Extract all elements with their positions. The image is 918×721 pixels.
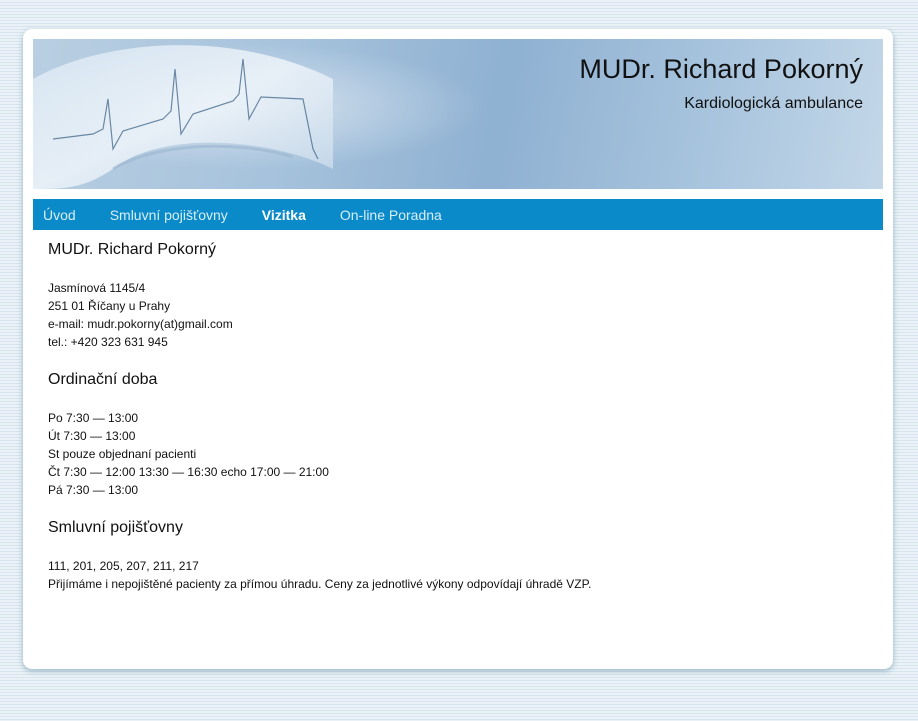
main-nav: Úvod Smluvní pojišťovny Vizitka On-line … — [33, 199, 883, 230]
address-city: 251 01 Říčany u Prahy — [48, 299, 171, 313]
hours-line-tuesday: Út 7:30 — 13:00 — [48, 429, 136, 443]
header-banner: MUDr. Richard Pokorný Kardiologická ambu… — [33, 39, 883, 189]
site-title: MUDr. Richard Pokorný — [579, 54, 863, 84]
nav-item-online-poradna[interactable]: On-line Poradna — [340, 207, 442, 223]
hours-line-monday: Po 7:30 — 13:00 — [48, 411, 139, 425]
nav-item-uvod[interactable]: Úvod — [43, 207, 76, 223]
contact-email: e-mail: mudr.pokorny(at)gmail.com — [48, 317, 233, 331]
nav-item-smluvni-pojistovny[interactable]: Smluvní pojišťovny — [110, 207, 228, 223]
contact-section: MUDr. Richard Pokorný Jasmínová 1145/4 2… — [48, 241, 868, 351]
ecg-paper-image — [33, 45, 333, 189]
address-street: Jasmínová 1145/4 — [48, 281, 146, 295]
insurance-section: Smluvní pojišťovny 111, 201, 205, 207, 2… — [48, 519, 868, 593]
main-content: MUDr. Richard Pokorný Jasmínová 1145/4 2… — [48, 241, 868, 613]
hours-line-thursday: Čt 7:30 — 12:00 13:30 — 16:30 echo 17:00… — [48, 465, 329, 479]
site-subtitle: Kardiologická ambulance — [684, 95, 863, 112]
hours-section: Ordinační doba Po 7:30 — 13:00 Út 7:30 —… — [48, 371, 868, 499]
page-container: MUDr. Richard Pokorný Kardiologická ambu… — [23, 29, 893, 669]
insurance-note: Přijímáme i nepojištěné pacienty za přím… — [48, 577, 592, 591]
contact-heading: MUDr. Richard Pokorný — [48, 241, 217, 258]
hours-heading: Ordinační doba — [48, 371, 158, 388]
insurance-heading: Smluvní pojišťovny — [48, 519, 183, 536]
contact-phone: tel.: +420 323 631 945 — [48, 335, 168, 349]
hours-line-friday: Pá 7:30 — 13:00 — [48, 483, 139, 497]
insurance-codes: 111, 201, 205, 207, 211, 217 — [48, 559, 199, 573]
nav-item-vizitka[interactable]: Vizitka — [262, 207, 306, 223]
hours-line-wednesday: St pouze objednaní pacienti — [48, 447, 197, 461]
